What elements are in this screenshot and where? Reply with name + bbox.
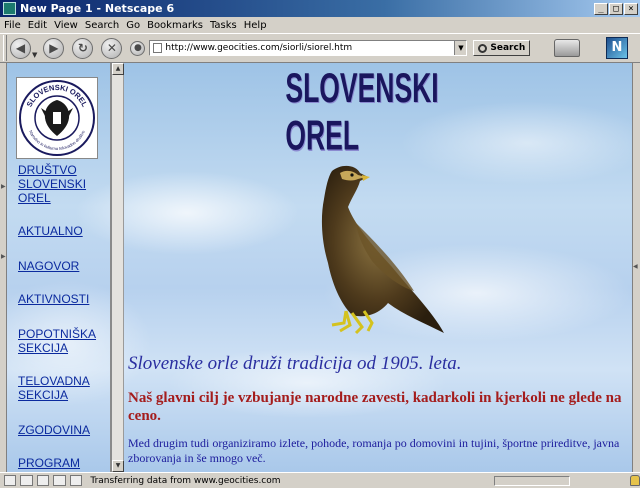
- main-goal-text: Naš glavni cilj je vzbujanje narodne zav…: [128, 390, 622, 424]
- main-frame: SLOVENSKI OREL Slovenske orle druži trad…: [124, 63, 640, 472]
- address-book-icon[interactable]: [69, 475, 83, 486]
- sidebar-grip-arrow-icon[interactable]: ▶: [1, 183, 6, 190]
- maximize-button[interactable]: □: [609, 2, 623, 15]
- security-lock-icon[interactable]: [630, 475, 640, 486]
- reload-icon: ↻: [77, 41, 88, 55]
- nav-link-zgodovina[interactable]: ZGODOVINA: [18, 423, 110, 437]
- url-text[interactable]: http://www.geocities.com/siorli/siorel.h…: [165, 43, 454, 53]
- minimize-button[interactable]: _: [594, 2, 608, 15]
- page-content: SLOVENSKI OREL Narodno in kulturno telov…: [7, 63, 640, 472]
- home-icon: ●: [133, 43, 142, 53]
- menu-bar: File Edit View Search Go Bookmarks Tasks…: [0, 17, 640, 33]
- nav-link-program[interactable]: PROGRAM: [18, 456, 110, 470]
- menu-view[interactable]: View: [54, 20, 78, 31]
- reload-button[interactable]: ↻: [72, 37, 94, 59]
- society-logo: SLOVENSKI OREL Narodno in kulturno telov…: [16, 77, 98, 159]
- nav-link-aktivnosti[interactable]: AKTIVNOSTI: [18, 292, 110, 306]
- mail-icon[interactable]: [4, 475, 17, 486]
- netscape-logo-icon[interactable]: N: [606, 37, 628, 59]
- url-dropdown-icon[interactable]: ▼: [454, 41, 467, 55]
- nav-link-aktualno[interactable]: AKTUALNO: [18, 224, 110, 238]
- close-window-button[interactable]: ×: [624, 2, 638, 15]
- sidebar-grip[interactable]: ▶ ▶: [0, 63, 7, 472]
- stop-icon: ✕: [106, 41, 117, 55]
- back-button[interactable]: ◀: [10, 37, 31, 59]
- activities-text: Med drugim tudi organiziramo izlete, poh…: [128, 436, 620, 465]
- toolbar-grip[interactable]: [3, 35, 7, 61]
- nav-link-drustvo[interactable]: DRUŠTVO SLOVENSKI OREL: [18, 163, 110, 205]
- status-bar: Transferring data from www.geocities.com: [0, 472, 640, 488]
- title-bar: New Page 1 - Netscape 6 _ □ ×: [0, 0, 640, 17]
- search-button-label: Search: [490, 43, 526, 53]
- home-button[interactable]: ●: [130, 40, 146, 56]
- site-title-banner: SLOVENSKI OREL: [285, 65, 439, 160]
- menu-tasks[interactable]: Tasks: [210, 20, 237, 31]
- nav-frame: SLOVENSKI OREL Narodno in kulturno telov…: [7, 63, 112, 472]
- tagline: Slovenske orle druži tradicija od 1905. …: [128, 353, 462, 374]
- menu-search[interactable]: Search: [85, 20, 119, 31]
- nav-link-nagovor[interactable]: NAGOVOR: [18, 259, 110, 273]
- chat-icon[interactable]: [36, 475, 50, 486]
- back-dropdown-icon[interactable]: ▼: [32, 51, 37, 59]
- navigation-toolbar: ◀ ▼ ▶ ↻ ✕ ● http://www.geocities.com/sio…: [0, 33, 640, 63]
- print-icon[interactable]: [554, 39, 581, 57]
- back-arrow-icon: ◀: [15, 41, 26, 55]
- progress-bar: [493, 475, 571, 486]
- window-title: New Page 1 - Netscape 6: [20, 2, 175, 15]
- url-field[interactable]: http://www.geocities.com/siorli/siorel.h…: [149, 40, 468, 56]
- navigator-icon[interactable]: [20, 475, 33, 486]
- menu-edit[interactable]: Edit: [28, 20, 47, 31]
- menu-help[interactable]: Help: [244, 20, 267, 31]
- menu-bookmarks[interactable]: Bookmarks: [147, 20, 203, 31]
- search-button[interactable]: Search: [473, 40, 531, 56]
- stop-button[interactable]: ✕: [101, 37, 123, 59]
- sidebar-grip-arrow-icon[interactable]: ▶: [1, 253, 6, 260]
- nav-link-popotniska-sekcija[interactable]: POPOTNIŠKA SEKCIJA: [18, 327, 110, 355]
- scroll-down-icon[interactable]: ▼: [112, 460, 124, 472]
- nav-link-telovadna-sekcija[interactable]: TELOVADNA SEKCIJA: [18, 374, 110, 402]
- eagle-seal-icon: SLOVENSKI OREL Narodno in kulturno telov…: [19, 80, 95, 156]
- menu-go[interactable]: Go: [126, 20, 140, 31]
- search-icon: [478, 43, 488, 53]
- forward-button[interactable]: ▶: [43, 37, 65, 59]
- menu-file[interactable]: File: [4, 20, 21, 31]
- window-controls: _ □ ×: [594, 2, 638, 15]
- netscape-app-icon[interactable]: [3, 2, 16, 15]
- eagle-icon: [321, 165, 444, 335]
- forward-arrow-icon: ▶: [49, 41, 59, 55]
- nav-frame-scrollbar[interactable]: ▲ ▼: [112, 63, 124, 472]
- right-sidebar-grip[interactable]: ◀: [632, 63, 640, 472]
- status-text: Transferring data from www.geocities.com: [90, 475, 281, 486]
- page-icon: [153, 43, 163, 53]
- right-grip-arrow-icon[interactable]: ◀: [633, 263, 638, 270]
- composer-icon[interactable]: [53, 475, 66, 486]
- scroll-up-icon[interactable]: ▲: [112, 63, 124, 75]
